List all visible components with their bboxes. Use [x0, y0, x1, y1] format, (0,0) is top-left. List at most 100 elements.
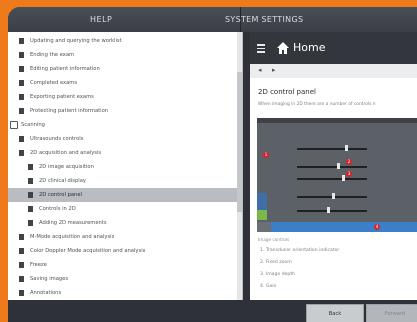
- tree-item-label: Color Doppler Mode acquisition and analy…: [30, 248, 146, 254]
- image-bottom-strip: [271, 222, 417, 232]
- top-bar: HELP SYSTEM SETTINGS: [8, 7, 417, 32]
- callout-marker-2: 2: [346, 159, 352, 165]
- document-icon: [19, 136, 24, 142]
- device-frame: HELP SYSTEM SETTINGS Updating and queryi…: [0, 0, 417, 322]
- document-icon: [19, 108, 24, 114]
- tree-item[interactable]: Ending the exam: [8, 48, 237, 62]
- bottom-bar: Back Forward: [8, 300, 417, 322]
- list-item: 1. Transducer orientation indicator: [260, 248, 340, 253]
- document-icon: [19, 38, 24, 44]
- tree-item-label: Ultrasounds controls: [30, 136, 84, 142]
- tree-item[interactable]: Color Doppler Mode acquisition and analy…: [8, 244, 237, 258]
- tree-item-label: Saving images: [30, 276, 69, 282]
- tree-item-label: Controls in 2D: [39, 206, 76, 212]
- tree-item[interactable]: Freeze: [8, 258, 237, 272]
- help-topic-tree: Updating and querying the worklist Ending…: [8, 32, 243, 300]
- tree-item[interactable]: 2D control panel: [8, 188, 237, 202]
- app-screen: HELP SYSTEM SETTINGS Updating and queryi…: [8, 7, 417, 322]
- tree-item[interactable]: M-Mode acquisition and analysis: [8, 230, 237, 244]
- page-title: 2D control panel: [258, 88, 316, 96]
- document-icon: [28, 192, 33, 198]
- content-nav-bar: ◂ ▸: [250, 64, 417, 78]
- document-icon: [19, 234, 24, 240]
- tree-item-label: 2D control panel: [39, 192, 82, 198]
- help-tab[interactable]: HELP: [90, 15, 112, 24]
- image-slider-2: [297, 166, 367, 168]
- image-slider-knob-3: [342, 175, 345, 181]
- document-icon: [19, 150, 24, 156]
- tree-item-label: Updating and querying the worklist: [30, 38, 122, 44]
- control-panel-image-topbar: [257, 118, 417, 123]
- document-icon: [19, 80, 24, 86]
- tree-item-label: 2D clinical display: [39, 178, 86, 184]
- document-icon: [19, 290, 24, 296]
- image-slider-3: [297, 178, 367, 180]
- list-item: 4. Gain: [260, 284, 277, 289]
- tree-item-label: Scanning: [21, 122, 45, 128]
- tree-item-label: Adding 2D measurements: [39, 220, 107, 226]
- section-icon: [10, 121, 18, 129]
- forward-button[interactable]: Forward: [366, 304, 417, 322]
- image-bottom-gray: [257, 222, 271, 232]
- tree-item[interactable]: Saving images: [8, 272, 237, 286]
- system-settings-tab[interactable]: SYSTEM SETTINGS: [225, 15, 303, 24]
- image-slider-knob-2: [337, 163, 340, 169]
- help-content-pane: Home ◂ ▸ 2D control panel When imaging i…: [250, 32, 417, 300]
- hamburger-menu-icon[interactable]: [257, 44, 265, 55]
- nav-back-icon[interactable]: ◂: [258, 66, 262, 74]
- list-item: 3. Image depth: [260, 272, 296, 277]
- document-icon: [19, 66, 24, 72]
- tree-item-label: Protecting patient information: [30, 108, 109, 114]
- tree-item[interactable]: Completed exams: [8, 76, 237, 90]
- tree-item[interactable]: Editing patient information: [8, 62, 237, 76]
- tree-scrollbar-thumb[interactable]: [237, 72, 242, 212]
- tree-item[interactable]: 2D acquisition and analysis: [8, 146, 237, 160]
- tree-item-label: Editing patient information: [30, 66, 100, 72]
- tree-item-label: 2D acquisition and analysis: [30, 150, 102, 156]
- tree-item[interactable]: 2D clinical display: [8, 174, 237, 188]
- tree-item[interactable]: Adding 2D measurements: [8, 216, 237, 230]
- control-panel-image: 1 2 3 4: [257, 118, 417, 232]
- tree-item[interactable]: 2D image acquisition: [8, 160, 237, 174]
- tree-item-label: Ending the exam: [30, 52, 75, 58]
- document-icon: [19, 262, 24, 268]
- tree-item-label: Freeze: [30, 262, 47, 268]
- tree-item[interactable]: Controls in 2D: [8, 202, 237, 216]
- image-slider-knob-1: [345, 145, 348, 151]
- tree-item-label: Exporting patient exams: [30, 94, 94, 100]
- page-description: When imaging in 2D there are a number of…: [258, 102, 376, 107]
- tree-item[interactable]: Updating and querying the worklist: [8, 34, 237, 48]
- image-green-block: [257, 210, 267, 220]
- document-icon: [19, 52, 24, 58]
- back-button[interactable]: Back: [306, 304, 364, 322]
- tree-item[interactable]: Protecting patient information: [8, 104, 237, 118]
- document-icon: [28, 178, 33, 184]
- image-caption: Image controls: [258, 237, 290, 242]
- image-blue-block: [257, 193, 267, 210]
- document-icon: [28, 220, 33, 226]
- home-icon[interactable]: [276, 41, 290, 55]
- callout-marker-4: 4: [374, 224, 380, 230]
- tree-scrollbar[interactable]: [237, 32, 242, 300]
- callout-marker-1: 1: [263, 152, 269, 158]
- document-icon: [19, 248, 24, 254]
- tree-item[interactable]: Exporting patient exams: [8, 90, 237, 104]
- document-icon: [19, 94, 24, 100]
- document-icon: [28, 164, 33, 170]
- tree-item-label: Completed exams: [30, 80, 78, 86]
- document-icon: [28, 206, 33, 212]
- image-slider-knob-4: [332, 193, 335, 199]
- document-icon: [19, 276, 24, 282]
- content-header-title: Home: [293, 41, 326, 54]
- callout-marker-3: 3: [346, 171, 352, 177]
- tree-item[interactable]: Ultrasounds controls: [8, 132, 237, 146]
- tree-item-label: Annotations: [30, 290, 62, 296]
- content-header: Home: [250, 32, 417, 64]
- image-slider-5: [297, 210, 367, 212]
- list-item: 2. Fixed zoom: [260, 260, 292, 265]
- image-slider-1: [297, 148, 367, 150]
- tree-item[interactable]: Annotations: [8, 286, 237, 300]
- tree-item[interactable]: Scanning: [8, 118, 237, 132]
- tree-item-label: 2D image acquisition: [39, 164, 94, 170]
- nav-forward-icon[interactable]: ▸: [272, 66, 276, 74]
